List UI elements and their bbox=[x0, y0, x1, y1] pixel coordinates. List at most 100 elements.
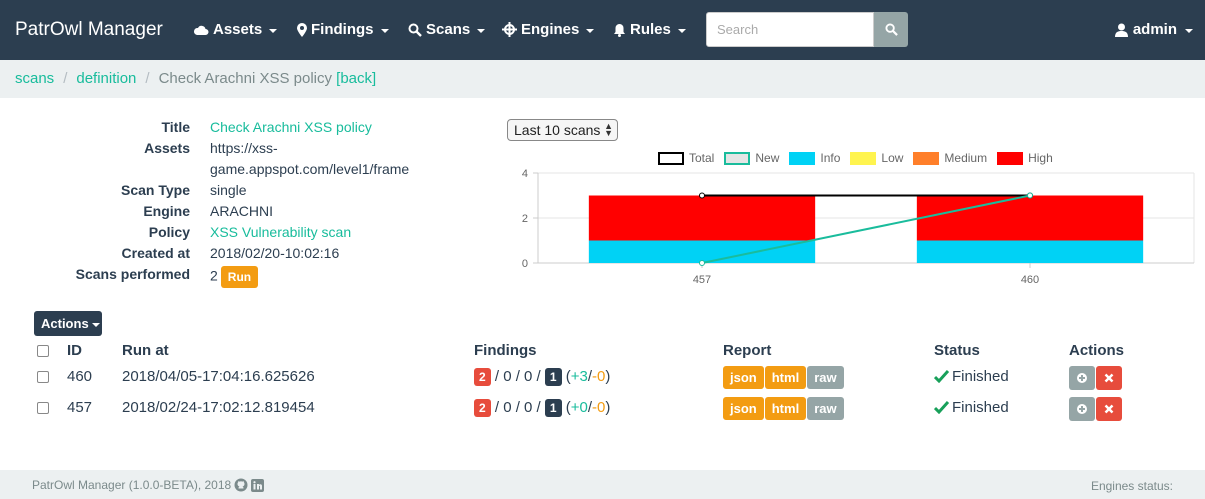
chevron-down-icon bbox=[586, 28, 595, 33]
nav-findings[interactable]: Findings bbox=[297, 21, 389, 38]
detail-assets-value: https://xss- bbox=[210, 140, 278, 156]
new-findings-count: +3 bbox=[570, 368, 588, 385]
footer: PatrOwl Manager (1.0.0-BETA), 2018 Engin… bbox=[0, 470, 1205, 499]
search-button[interactable] bbox=[874, 12, 908, 47]
nav-engines-label: Engines bbox=[521, 21, 580, 38]
chevron-down-icon bbox=[677, 28, 686, 33]
nav-scans-label: Scans bbox=[426, 21, 471, 38]
scans-count: 2 bbox=[210, 267, 218, 284]
row-action-buttons bbox=[1069, 397, 1123, 421]
breadcrumb-separator: / bbox=[145, 70, 150, 87]
search-icon bbox=[884, 23, 898, 36]
report-raw-button[interactable]: raw bbox=[807, 397, 844, 420]
navbar: PatrOwl Manager Assets Findings Scans En… bbox=[0, 0, 1205, 60]
close-icon bbox=[1104, 373, 1114, 383]
breadcrumb: scans / definition / Check Arachni XSS polic… bbox=[0, 60, 1205, 98]
report-raw-button[interactable]: raw bbox=[807, 366, 844, 389]
info-count-badge: 1 bbox=[544, 368, 562, 386]
header-findings: Findings bbox=[474, 342, 537, 359]
breadcrumb-definition[interactable]: definition bbox=[76, 70, 136, 87]
row-checkbox[interactable] bbox=[37, 371, 49, 383]
delete-button[interactable] bbox=[1096, 397, 1122, 421]
compare-button[interactable] bbox=[1069, 397, 1095, 421]
breadcrumb-current: Check Arachni XSS policy bbox=[158, 70, 332, 87]
report-json-button[interactable]: json bbox=[723, 366, 764, 389]
findings-chart: Total New Info Low Medium High 0 2 4 457 460 bbox=[500, 142, 1205, 292]
row-id[interactable]: 457 bbox=[67, 399, 92, 416]
scan-range-select[interactable]: Last 10 scans ▲ ▼ bbox=[507, 119, 618, 141]
user-name: admin bbox=[1132, 21, 1177, 38]
row-action-buttons bbox=[1069, 366, 1123, 390]
breadcrumb-scans[interactable]: scans bbox=[15, 70, 54, 87]
github-icon[interactable] bbox=[234, 478, 248, 492]
linkedin-icon[interactable] bbox=[251, 478, 265, 492]
chevron-down-icon bbox=[477, 28, 486, 33]
nav-assets-label: Assets bbox=[213, 21, 263, 38]
chevron-down-icon bbox=[269, 28, 278, 33]
bell-icon bbox=[614, 23, 625, 37]
breadcrumb-separator: / bbox=[63, 70, 68, 87]
header-report: Report bbox=[723, 342, 772, 359]
point-total-457 bbox=[699, 192, 705, 199]
row-findings: 2 / 0 / 0 / 1 (+3/-0) bbox=[474, 368, 610, 386]
row-status: Finished bbox=[934, 399, 1009, 416]
detail-scantype-value: single bbox=[210, 182, 247, 198]
nav-scans[interactable]: Scans bbox=[408, 21, 486, 38]
bar-info-460 bbox=[916, 240, 1144, 263]
new-findings-count: +0 bbox=[570, 399, 588, 416]
y-tick-label: 4 bbox=[522, 168, 528, 180]
info-count-badge: 1 bbox=[544, 399, 562, 417]
brand-link[interactable]: PatrOwl Manager bbox=[15, 19, 163, 41]
point-new-457 bbox=[699, 260, 705, 266]
x-tick-label: 457 bbox=[693, 274, 711, 286]
header-id: ID bbox=[67, 342, 82, 359]
header-status: Status bbox=[934, 342, 980, 359]
bulk-actions-button[interactable]: Actions bbox=[34, 311, 102, 336]
nav-assets[interactable]: Assets bbox=[193, 21, 278, 38]
row-status-text: Finished bbox=[952, 368, 1009, 385]
detail-policy-link[interactable]: XSS Vulnerability scan bbox=[210, 224, 351, 240]
check-icon bbox=[934, 370, 949, 383]
y-tick-label: 2 bbox=[522, 213, 528, 225]
check-icon bbox=[934, 401, 949, 414]
nav-rules-label: Rules bbox=[630, 21, 671, 38]
user-menu[interactable]: admin bbox=[1114, 21, 1193, 38]
point-new-460 bbox=[1027, 192, 1033, 199]
detail-title-link[interactable]: Check Arachni XSS policy bbox=[210, 119, 372, 135]
nav-engines[interactable]: Engines bbox=[502, 21, 595, 38]
nav-findings-label: Findings bbox=[311, 21, 374, 38]
row-run-at: 2018/02/24-17:02:12.819454 bbox=[122, 399, 315, 416]
report-json-button[interactable]: json bbox=[723, 397, 764, 420]
bar-high-460 bbox=[916, 195, 1144, 241]
removed-findings-count: -0 bbox=[592, 368, 606, 385]
detail-label: Created at bbox=[121, 245, 190, 261]
bar-high-457 bbox=[588, 195, 816, 241]
compare-button[interactable] bbox=[1069, 366, 1095, 390]
nav-rules[interactable]: Rules bbox=[613, 21, 686, 38]
user-icon bbox=[1114, 23, 1128, 37]
search-input[interactable] bbox=[706, 12, 874, 47]
breadcrumb-back-link[interactable]: [back] bbox=[336, 70, 376, 87]
chart-plot: 0 2 4 457 460 bbox=[522, 168, 1195, 286]
scan-range-value: Last 10 scans bbox=[514, 122, 601, 138]
header-run-at: Run at bbox=[122, 342, 169, 359]
detail-label: Policy bbox=[148, 224, 190, 240]
footer-version: PatrOwl Manager (1.0.0-BETA), 2018 bbox=[32, 478, 232, 492]
row-checkbox[interactable] bbox=[37, 402, 49, 414]
chevron-down-icon bbox=[380, 28, 389, 33]
row-status-text: Finished bbox=[952, 399, 1009, 416]
search-form bbox=[706, 12, 908, 47]
row-findings: 2 / 0 / 0 / 1 (+0/-0) bbox=[474, 399, 610, 417]
report-html-button[interactable]: html bbox=[764, 366, 807, 389]
report-html-button[interactable]: html bbox=[764, 397, 807, 420]
delete-button[interactable] bbox=[1096, 366, 1122, 390]
search-icon bbox=[408, 23, 422, 37]
x-tick-label: 460 bbox=[1021, 274, 1039, 286]
run-button[interactable]: Run bbox=[220, 266, 259, 288]
select-all-checkbox[interactable] bbox=[37, 345, 49, 357]
y-tick-label: 0 bbox=[522, 258, 528, 270]
row-id[interactable]: 460 bbox=[67, 368, 92, 385]
bar-info-457 bbox=[588, 240, 816, 263]
bulk-actions-label: Actions bbox=[41, 316, 89, 331]
mid-counts: / 0 / 0 / bbox=[494, 368, 541, 385]
